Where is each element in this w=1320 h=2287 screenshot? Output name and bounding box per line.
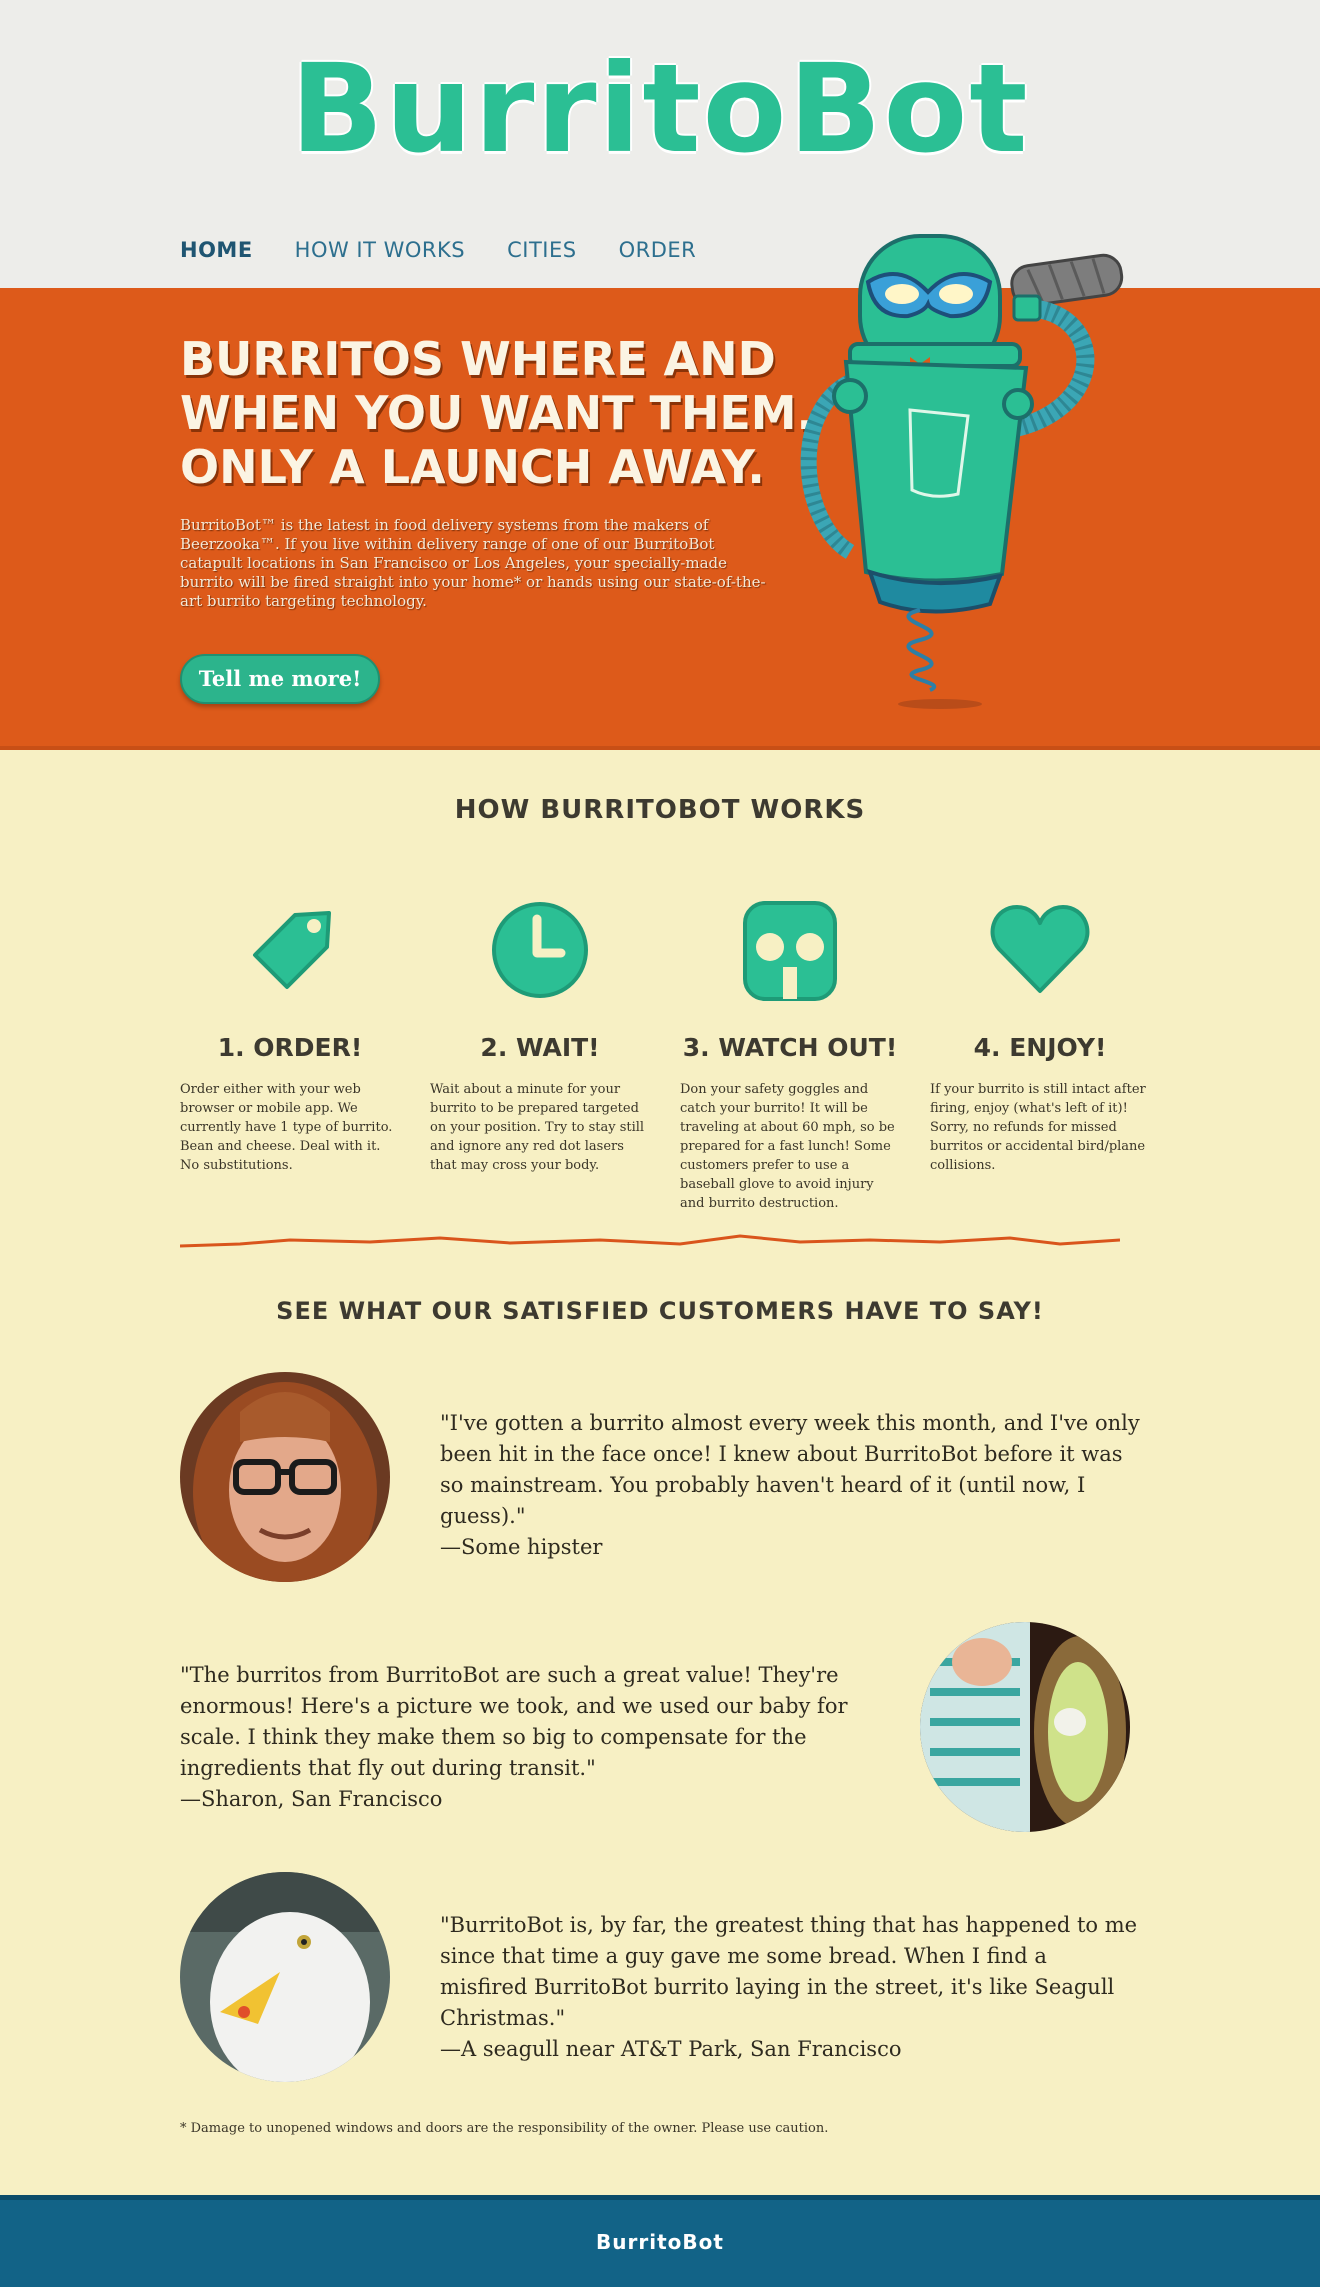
- quote-author: —Some hipster: [440, 1535, 603, 1559]
- tell-me-more-button[interactable]: Tell me more!: [180, 654, 380, 704]
- quote-author: —A seagull near AT&T Park, San Francisco: [440, 2037, 902, 2061]
- quote-text: "I've gotten a burrito almost every week…: [440, 1411, 1140, 1528]
- nav-order[interactable]: Order: [619, 238, 697, 262]
- quote-text: "The burritos from BurritoBot are such a…: [180, 1663, 848, 1780]
- step-wait: 2. Wait! Wait about a minute for your bu…: [430, 895, 650, 1175]
- testimonial-quote: "I've gotten a burrito almost every week…: [440, 1408, 1140, 1563]
- step-description: If your burrito is still intact after fi…: [930, 1082, 1146, 1173]
- heart-icon: [990, 905, 1090, 993]
- seagull-avatar: [180, 1872, 390, 2082]
- site-footer: BurritoBot: [0, 2195, 1320, 2287]
- baby-burrito-photo: [920, 1622, 1130, 1832]
- hero-headline-line: when you want them.: [180, 386, 815, 440]
- section-divider: [180, 1234, 1120, 1248]
- step-enjoy: 4. Enjoy! If your burrito is still intac…: [930, 895, 1150, 1175]
- step-description: Order either with your web browser or mo…: [180, 1082, 393, 1173]
- damage-footnote: * Damage to unopened windows and doors a…: [180, 2121, 829, 2136]
- step-order: 1. Order! Order either with your web bro…: [180, 895, 400, 1175]
- step-watch-out: 3. Watch out! Don your safety goggles an…: [680, 895, 900, 1213]
- step-description: Wait about a minute for your burrito to …: [430, 1082, 645, 1173]
- step-title: 2. Wait!: [480, 1033, 600, 1062]
- robot-with-burrito-icon: [800, 234, 1124, 709]
- quote-author: —Sharon, San Francisco: [180, 1787, 443, 1811]
- hero-description: BurritoBot™ is the latest in food delive…: [180, 516, 766, 610]
- step-title: 3. Watch out!: [682, 1033, 898, 1062]
- tag-icon: [253, 911, 331, 989]
- step-description: Don your safety goggles and catch your b…: [680, 1082, 895, 1211]
- testimonials-title: See what our satisfied customers have to…: [276, 1297, 1044, 1325]
- hero-headline-line: Only a launch away.: [180, 440, 765, 494]
- hero-headline-line: Burritos where and: [180, 332, 776, 386]
- step-title: 4. Enjoy!: [973, 1033, 1107, 1062]
- hero-headline: Burritos where and when you want them. O…: [180, 332, 820, 494]
- main-nav: Home How it works Cities Order: [180, 238, 696, 262]
- testimonial-quote: "The burritos from BurritoBot are such a…: [180, 1660, 880, 1815]
- skull-icon: [743, 901, 837, 1001]
- nav-cities[interactable]: Cities: [507, 238, 576, 262]
- nav-home[interactable]: Home: [180, 238, 253, 262]
- testimonial-quote: "BurritoBot is, by far, the greatest thi…: [440, 1910, 1140, 2065]
- clock-icon: [492, 902, 588, 998]
- hipster-avatar: [180, 1372, 390, 1582]
- nav-how-it-works[interactable]: How it works: [295, 238, 465, 262]
- step-title: 1. Order!: [217, 1033, 363, 1062]
- site-logo[interactable]: BurritoBot: [0, 48, 1320, 170]
- how-it-works-title: How BurritoBot works: [454, 795, 866, 825]
- quote-text: "BurritoBot is, by far, the greatest thi…: [440, 1913, 1138, 2030]
- footer-logo[interactable]: BurritoBot: [0, 2230, 1320, 2254]
